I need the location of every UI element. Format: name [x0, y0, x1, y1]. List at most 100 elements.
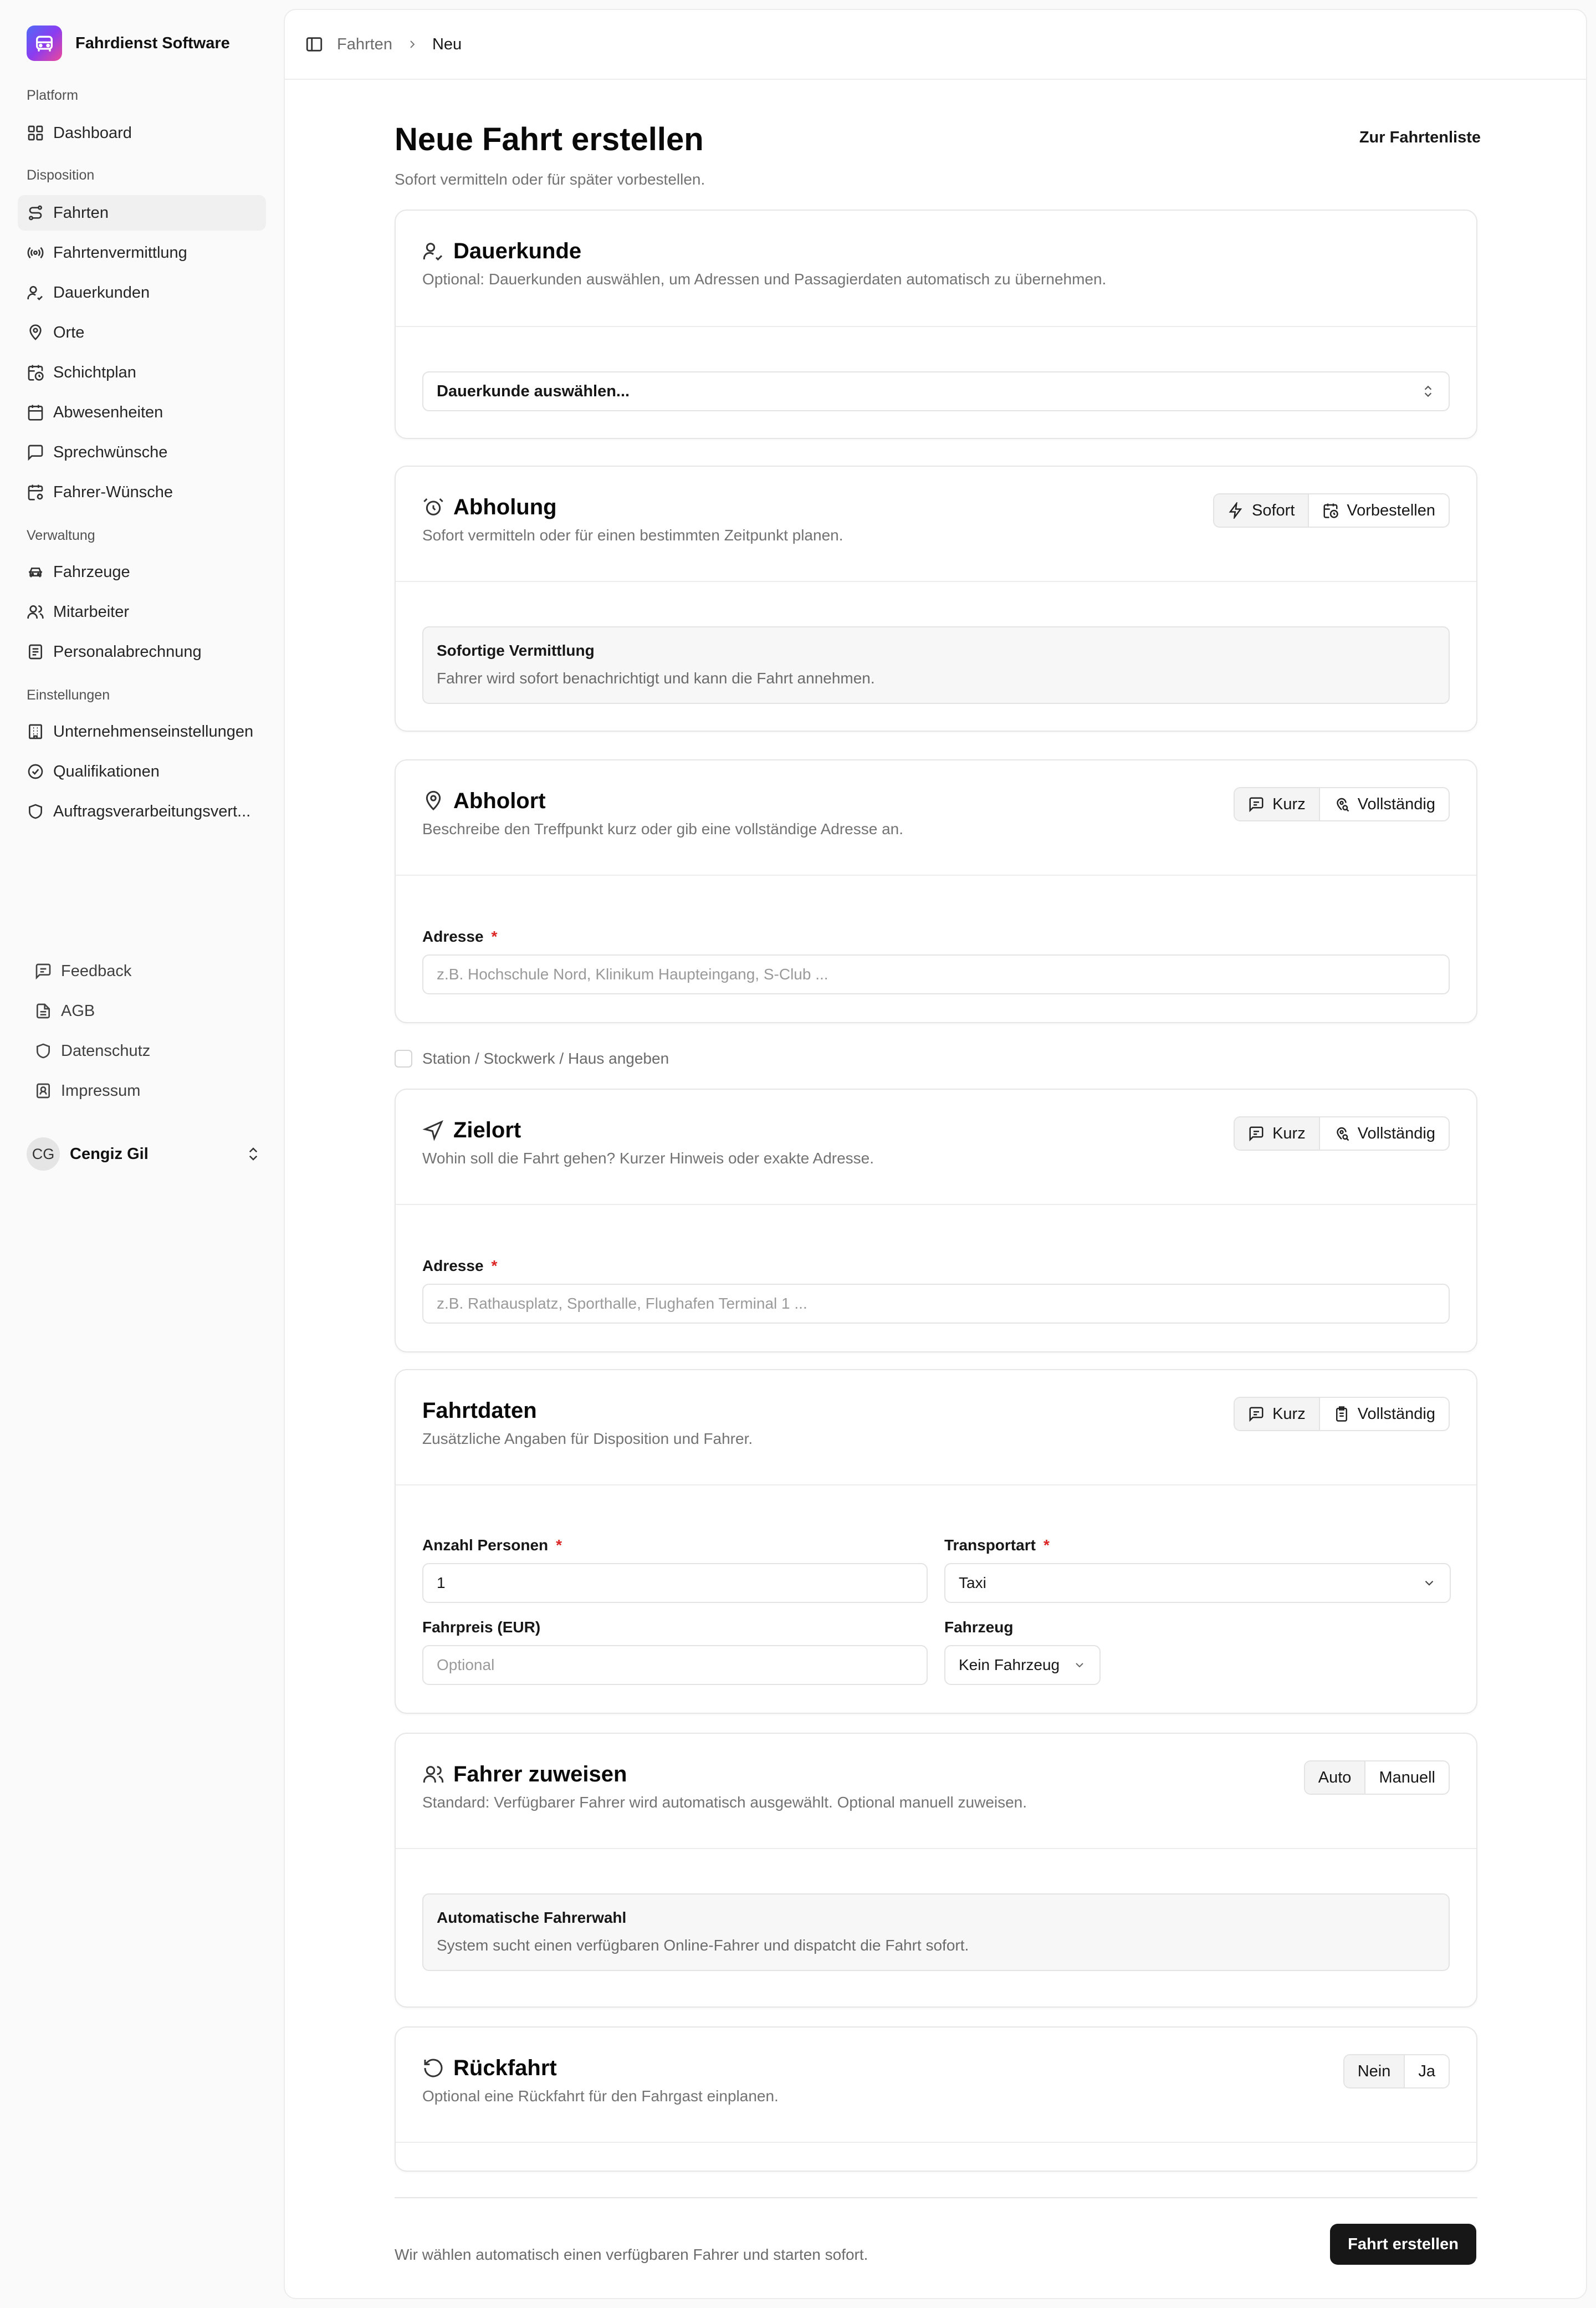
sidebar-item-fahrtenvermittlung[interactable]: Fahrtenvermittlung [18, 235, 266, 270]
map-pin-search-icon [1333, 1125, 1350, 1142]
vehicle-select[interactable]: Kein Fahrzeug [944, 1645, 1101, 1685]
brand[interactable]: Fahrdienst Software [27, 25, 230, 61]
sidebar-item-schichtplan[interactable]: Schichtplan [18, 355, 266, 390]
user-menu[interactable]: CG Cengiz Gil [27, 1136, 262, 1172]
sidebar-item-label: Abwesenheiten [53, 403, 163, 421]
kurz-button[interactable]: Kurz [1235, 1117, 1320, 1150]
sidebar-item-label: Dauerkunden [53, 283, 150, 302]
footer-link-label: Feedback [61, 962, 132, 980]
card-title: Fahrer zuweisen [422, 1760, 1450, 1788]
fahrer-mode-toggle: Auto Manuell [1303, 1760, 1450, 1795]
divider [396, 2142, 1476, 2143]
fahrtdaten-subtitle: Zusätzliche Angaben für Disposition und … [422, 1430, 753, 1447]
price-input[interactable]: Optional [422, 1645, 928, 1685]
info-title: Automatische Fahrerwahl [437, 1909, 627, 1926]
auto-button[interactable]: Auto [1305, 1761, 1366, 1794]
message-text-icon [1248, 1406, 1265, 1422]
vollstaendig-button[interactable]: Vollständig [1320, 1117, 1449, 1150]
sidebar-item-auftragsverarbeitung[interactable]: Auftragsverarbeitungsvert... [18, 794, 266, 829]
sidebar-item-label: Fahrer-Wünsche [53, 483, 173, 501]
sofort-button[interactable]: Sofort [1214, 494, 1309, 527]
receipt-icon [27, 643, 44, 661]
sidebar-item-label: Orte [53, 323, 85, 341]
abholort-address-input[interactable]: z.B. Hochschule Nord, Klinikum Haupteing… [422, 954, 1450, 994]
divider [396, 1484, 1476, 1485]
nav-group-einstellungen: Einstellungen [27, 687, 110, 703]
transport-label-text: Transportart [944, 1536, 1036, 1554]
fahrtdaten-mode-toggle: Kurz Vollständig [1234, 1397, 1450, 1431]
sidebar-item-abwesenheiten[interactable]: Abwesenheiten [18, 395, 266, 430]
station-checkbox[interactable] [395, 1050, 412, 1068]
kurz-button[interactable]: Kurz [1235, 788, 1320, 820]
divider [396, 581, 1476, 582]
kurz-button[interactable]: Kurz [1235, 1398, 1320, 1430]
vollstaendig-button[interactable]: Vollständig [1320, 788, 1449, 820]
sidebar: Fahrdienst Software Platform Dashboard D… [0, 0, 284, 2308]
transport-select[interactable]: Taxi [944, 1563, 1451, 1603]
sidebar-item-fahrer-wuensche[interactable]: Fahrer-Wünsche [18, 474, 266, 510]
sidebar-item-unternehmenseinstellungen[interactable]: Unternehmenseinstellungen [18, 714, 266, 749]
address-label-text: Adresse [422, 928, 484, 945]
sidebar-item-fahrzeuge[interactable]: Fahrzeuge [18, 554, 266, 590]
station-checkbox-row[interactable]: Station / Stockwerk / Haus angeben [395, 1050, 669, 1068]
manuell-button[interactable]: Manuell [1365, 1761, 1449, 1794]
dauerkunde-select[interactable]: Dauerkunde auswählen... [422, 371, 1450, 411]
chevron-down-icon [1073, 1658, 1086, 1672]
navigation-icon [422, 1119, 444, 1141]
zielort-title: Zielort [453, 1117, 521, 1142]
dauerkunde-title: Dauerkunde [453, 238, 582, 263]
sidebar-item-fahrten[interactable]: Fahrten [18, 195, 266, 231]
required-mark: * [491, 928, 498, 945]
user-name: Cengiz Gil [70, 1145, 149, 1163]
footer-link-label: AGB [61, 1002, 95, 1020]
sidebar-item-label: Unternehmenseinstellungen [53, 722, 254, 741]
sofort-info-box: Sofortige Vermittlung Fahrer wird sofort… [422, 626, 1450, 704]
card-abholort: Abholort Beschreibe den Treffpunkt kurz … [395, 759, 1477, 1023]
file-text-icon [34, 1002, 52, 1020]
sidebar-item-label: Mitarbeiter [53, 602, 129, 621]
zielort-mode-toggle: Kurz Vollständig [1234, 1116, 1450, 1151]
vorbestellen-button[interactable]: Vorbestellen [1309, 494, 1449, 527]
footer-link-feedback[interactable]: Feedback [27, 954, 131, 988]
calendar-cog-icon [27, 483, 44, 501]
sidebar-item-sprechwuensche[interactable]: Sprechwünsche [18, 435, 266, 470]
app-name: Fahrdienst Software [75, 34, 230, 52]
footer-link-datenschutz[interactable]: Datenschutz [27, 1034, 150, 1068]
sidebar-item-label: Auftragsverarbeitungsvert... [53, 802, 251, 820]
footer-link-agb[interactable]: AGB [27, 994, 95, 1028]
card-abholung: Abholung Sofort vermitteln oder für eine… [395, 466, 1477, 732]
chevrons-up-down-icon [245, 1146, 262, 1162]
nein-button[interactable]: Nein [1344, 2055, 1405, 2087]
sidebar-item-mitarbeiter[interactable]: Mitarbeiter [18, 594, 266, 630]
map-pin-search-icon [1333, 796, 1350, 813]
footer-link-impressum[interactable]: Impressum [27, 1074, 140, 1107]
calendar-clock-icon [1322, 502, 1339, 519]
sidebar-item-dashboard[interactable]: Dashboard [18, 115, 266, 151]
abholort-title: Abholort [453, 788, 546, 813]
sidebar-item-personalabrechnung[interactable]: Personalabrechnung [18, 634, 266, 670]
card-zielort: Zielort Wohin soll die Fahrt gehen? Kurz… [395, 1089, 1477, 1352]
divider [396, 1204, 1476, 1205]
station-checkbox-label: Station / Stockwerk / Haus angeben [422, 1050, 669, 1067]
sidebar-item-label: Qualifikationen [53, 762, 160, 780]
sidebar-item-orte[interactable]: Orte [18, 315, 266, 350]
info-text: System sucht einen verfügbaren Online-Fa… [437, 1937, 969, 1954]
vollstaendig-button[interactable]: Vollständig [1320, 1398, 1449, 1430]
sidebar-item-dauerkunden[interactable]: Dauerkunden [18, 275, 266, 310]
transport-label: Transportart * [944, 1536, 1050, 1554]
ja-button[interactable]: Ja [1405, 2055, 1449, 2087]
user-check-icon [27, 284, 44, 302]
sidebar-item-label: Sprechwünsche [53, 443, 168, 461]
sidebar-item-qualifikationen[interactable]: Qualifikationen [18, 754, 266, 789]
zielort-address-input[interactable]: z.B. Rathausplatz, Sporthalle, Flughafen… [422, 1284, 1450, 1324]
to-ride-list-button[interactable]: Zur Fahrtenliste [1359, 129, 1481, 147]
calendar-clock-icon [27, 364, 44, 381]
persons-input[interactable]: 1 [422, 1563, 928, 1603]
breadcrumb-parent[interactable]: Fahrten [337, 35, 392, 54]
footer-link-label: Datenschutz [61, 1041, 151, 1060]
abholung-title: Abholung [453, 494, 557, 519]
page-title: Neue Fahrt erstellen [395, 121, 704, 157]
create-ride-button[interactable]: Fahrt erstellen [1330, 2224, 1476, 2265]
zielort-address-label: Adresse * [422, 1257, 497, 1275]
sidebar-toggle-icon[interactable] [305, 35, 324, 54]
